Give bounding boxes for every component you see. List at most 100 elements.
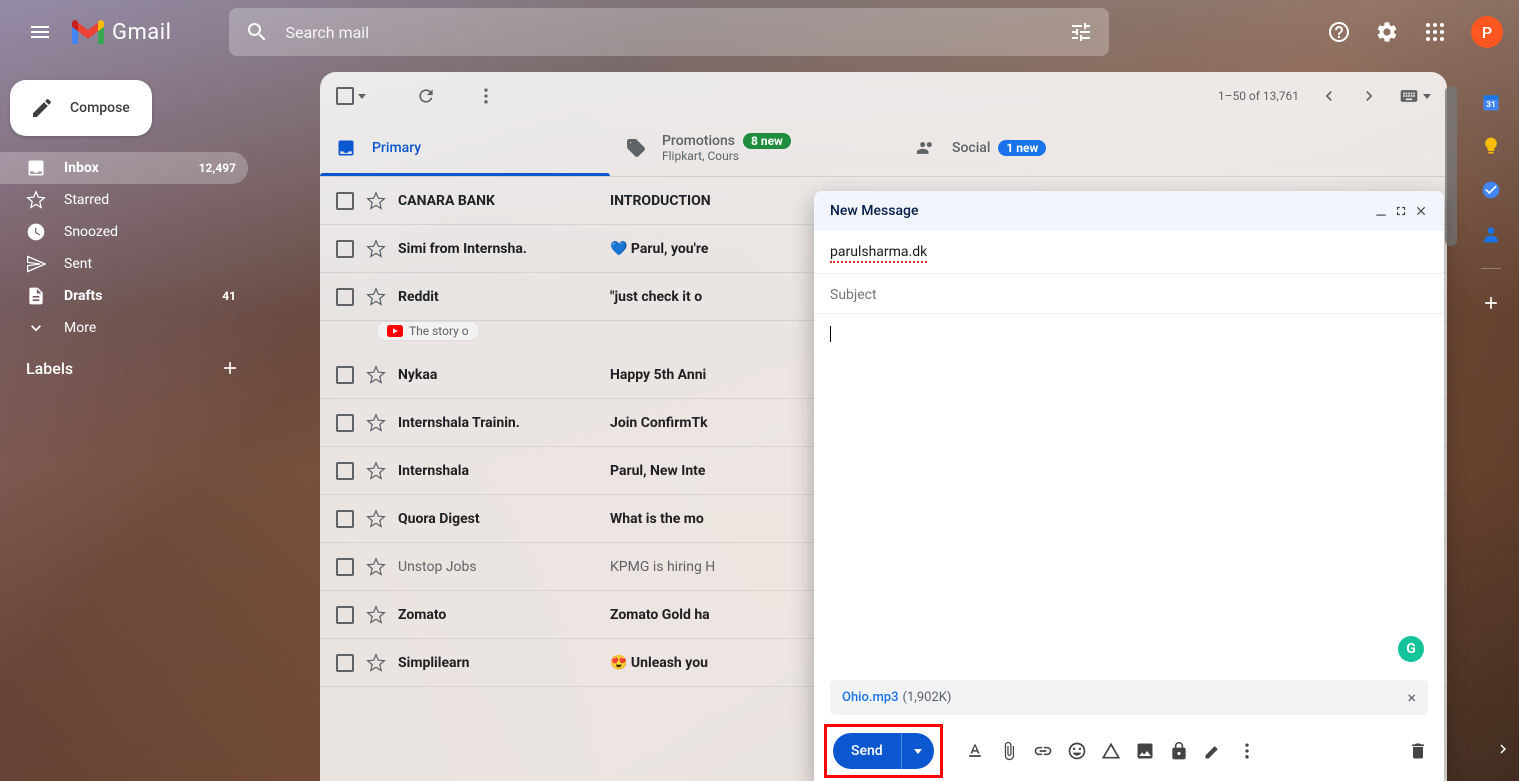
apps-button[interactable] <box>1415 12 1455 52</box>
email-sender: Internshala <box>398 463 598 479</box>
email-checkbox[interactable] <box>336 414 354 432</box>
signature-icon[interactable] <box>1203 741 1223 761</box>
account-avatar[interactable]: P <box>1471 16 1503 48</box>
select-all[interactable] <box>336 87 366 105</box>
text-cursor <box>830 326 831 342</box>
email-checkbox[interactable] <box>336 510 354 528</box>
send-button[interactable]: Send <box>833 733 934 769</box>
tasks-icon[interactable] <box>1481 180 1501 200</box>
minimize-icon[interactable] <box>1374 204 1388 218</box>
star-icon[interactable] <box>366 653 386 673</box>
gmail-logo[interactable]: Gmail <box>72 20 171 45</box>
grammarly-icon[interactable]: G <box>1398 636 1424 662</box>
more-icon[interactable] <box>476 86 496 106</box>
prev-page-icon[interactable] <box>1319 86 1339 106</box>
star-icon[interactable] <box>366 191 386 211</box>
compose-subject-input[interactable] <box>830 287 1428 303</box>
star-icon[interactable] <box>366 557 386 577</box>
fullscreen-icon[interactable] <box>1394 204 1408 218</box>
nav-sent[interactable]: Sent <box>0 248 248 280</box>
app-name: Gmail <box>112 20 171 45</box>
calendar-icon[interactable]: 31 <box>1481 92 1501 112</box>
star-icon[interactable] <box>366 287 386 307</box>
star-icon[interactable] <box>366 461 386 481</box>
email-checkbox[interactable] <box>336 654 354 672</box>
hide-side-panel-icon[interactable] <box>1491 737 1515 761</box>
nav-starred[interactable]: Starred <box>0 184 248 216</box>
nav-inbox[interactable]: Inbox12,497 <box>0 152 248 184</box>
send-highlight: Send <box>824 724 943 778</box>
compose-subject-field[interactable] <box>814 274 1444 314</box>
search-box[interactable] <box>229 8 1109 56</box>
emoji-icon[interactable] <box>1067 741 1087 761</box>
send-options-button[interactable] <box>902 749 934 754</box>
compose-button[interactable]: Compose <box>10 80 152 136</box>
svg-text:31: 31 <box>1486 100 1496 110</box>
snoozed-icon <box>26 222 46 242</box>
next-page-icon[interactable] <box>1359 86 1379 106</box>
star-icon[interactable] <box>366 413 386 433</box>
gmail-m-icon <box>72 20 104 44</box>
nav-more[interactable]: More <box>0 312 248 344</box>
close-icon[interactable] <box>1414 204 1428 218</box>
email-sender: Quora Digest <box>398 511 598 527</box>
email-sender: Internshala Trainin. <box>398 415 598 431</box>
scrollbar[interactable] <box>1445 86 1457 246</box>
attachment-chip[interactable]: The story o <box>376 321 480 341</box>
settings-button[interactable] <box>1367 12 1407 52</box>
dropdown-arrow-icon <box>1423 94 1431 99</box>
add-label-icon[interactable] <box>220 358 240 378</box>
email-checkbox[interactable] <box>336 606 354 624</box>
star-icon[interactable] <box>366 239 386 259</box>
compose-attachment[interactable]: Ohio.mp3 (1,902K) × <box>830 680 1428 715</box>
input-tools[interactable] <box>1399 86 1431 106</box>
remove-attachment-icon[interactable]: × <box>1407 688 1416 707</box>
email-checkbox[interactable] <box>336 288 354 306</box>
discard-icon[interactable] <box>1408 741 1428 761</box>
link-icon[interactable] <box>1033 741 1053 761</box>
star-icon[interactable] <box>366 365 386 385</box>
format-icon[interactable] <box>965 741 985 761</box>
email-checkbox[interactable] <box>336 366 354 384</box>
select-all-checkbox[interactable] <box>336 87 354 105</box>
compose-header: New Message <box>814 191 1444 231</box>
dropdown-arrow-icon[interactable] <box>358 94 366 99</box>
email-checkbox[interactable] <box>336 192 354 210</box>
search-options-icon[interactable] <box>1069 20 1093 44</box>
compose-to-field[interactable]: parulsharma.dk <box>814 231 1444 274</box>
labels-header: Labels <box>0 344 256 386</box>
email-checkbox[interactable] <box>336 240 354 258</box>
email-checkbox[interactable] <box>336 558 354 576</box>
star-icon[interactable] <box>366 605 386 625</box>
gear-icon <box>1375 20 1399 44</box>
youtube-icon <box>387 325 403 337</box>
refresh-icon[interactable] <box>416 86 436 106</box>
contacts-icon[interactable] <box>1481 224 1501 244</box>
email-checkbox[interactable] <box>336 462 354 480</box>
sent-icon <box>26 254 46 274</box>
compose-to-value: parulsharma.dk <box>830 244 927 263</box>
nav-snoozed[interactable]: Snoozed <box>0 216 248 248</box>
email-sender: Simplilearn <box>398 655 598 671</box>
star-icon[interactable] <box>366 509 386 529</box>
keep-icon[interactable] <box>1481 136 1501 156</box>
drafts-icon <box>26 286 46 306</box>
tab-promotions[interactable]: Promotions8 new Flipkart, Cours <box>610 120 900 176</box>
tab-primary[interactable]: Primary <box>320 120 610 176</box>
attach-icon[interactable] <box>999 741 1019 761</box>
support-button[interactable] <box>1319 12 1359 52</box>
confidential-icon[interactable] <box>1169 741 1189 761</box>
compose-body[interactable]: G <box>814 314 1444 674</box>
category-tabs: Primary Promotions8 new Flipkart, Cours … <box>320 120 1447 177</box>
email-sender: Simi from Internsha. <box>398 241 598 257</box>
nav-drafts[interactable]: Drafts41 <box>0 280 248 312</box>
search-icon <box>245 20 269 44</box>
drive-icon[interactable] <box>1101 741 1121 761</box>
main-menu-button[interactable] <box>16 8 64 56</box>
tab-social[interactable]: Social1 new <box>900 120 1190 176</box>
more-options-icon[interactable] <box>1237 741 1257 761</box>
apps-grid-icon <box>1423 20 1447 44</box>
search-input[interactable] <box>285 23 1053 42</box>
get-addons-icon[interactable] <box>1481 293 1501 313</box>
image-icon[interactable] <box>1135 741 1155 761</box>
